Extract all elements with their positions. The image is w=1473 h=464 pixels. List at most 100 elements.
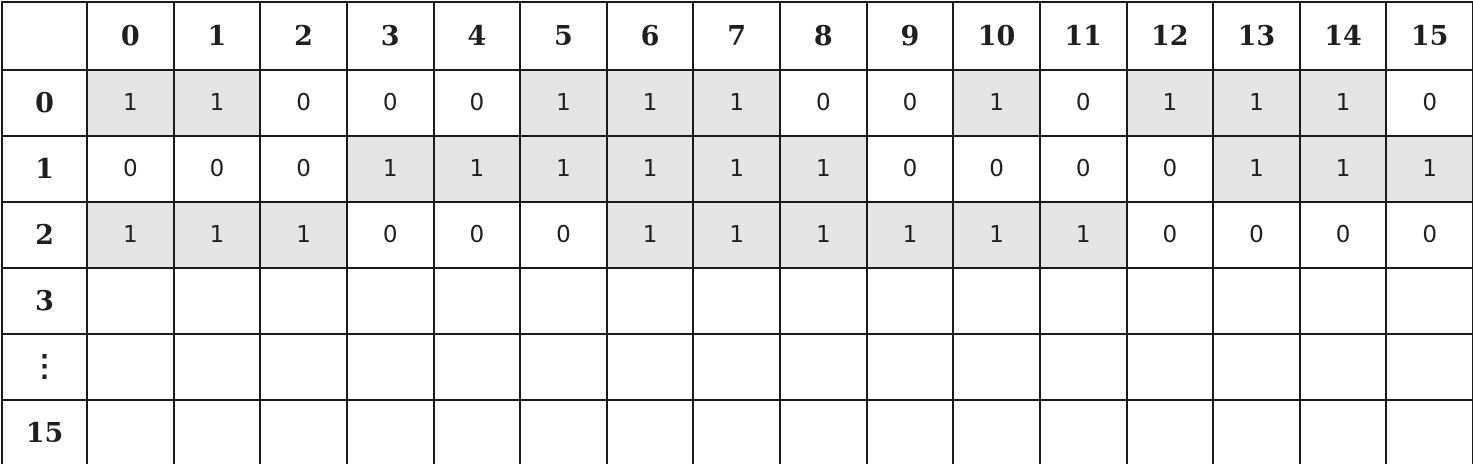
empty-cell: [519, 333, 608, 401]
bit-cell: 1: [519, 69, 608, 137]
empty-cell: [259, 267, 348, 335]
bit-cell: 1: [1212, 69, 1301, 137]
empty-cell: [1038, 333, 1128, 401]
bit-cell: 1: [432, 135, 522, 203]
empty-cell: [172, 399, 262, 464]
bit-cell: 1: [259, 201, 348, 269]
empty-cell: [1298, 399, 1388, 464]
bit-cell: 0: [1038, 69, 1128, 137]
bit-cell: 0: [1125, 135, 1215, 203]
column-header: 9: [865, 1, 955, 71]
bit-cell: 0: [865, 69, 955, 137]
empty-cell: [692, 333, 781, 401]
bit-cell: 1: [1298, 135, 1388, 203]
column-header: 14: [1298, 1, 1388, 71]
bit-cell: 1: [86, 201, 175, 269]
empty-cell: [345, 267, 435, 335]
bit-cell: 1: [86, 69, 175, 137]
bit-cell: 0: [1125, 201, 1215, 269]
empty-cell: [952, 267, 1041, 335]
column-header: 2: [259, 1, 348, 71]
empty-cell: [432, 399, 522, 464]
bit-cell: 0: [259, 69, 348, 137]
empty-cell: [865, 399, 955, 464]
empty-cell: [1038, 399, 1128, 464]
empty-cell: [432, 333, 522, 401]
table-row: 21110001111110000: [1, 201, 1473, 269]
column-header: 5: [519, 1, 608, 71]
empty-cell: [86, 399, 175, 464]
bit-cell: 0: [86, 135, 175, 203]
bit-cell: 1: [519, 135, 608, 203]
bit-cell: 0: [1298, 201, 1388, 269]
empty-cell: [952, 333, 1041, 401]
empty-cell: [432, 267, 522, 335]
empty-cell: [692, 267, 781, 335]
bit-cell: 1: [605, 135, 695, 203]
corner-cell: [1, 1, 88, 71]
empty-cell: [172, 267, 262, 335]
bit-cell: 0: [172, 135, 262, 203]
bit-cell: 1: [1125, 69, 1215, 137]
table-row: ⋮: [1, 333, 1473, 401]
empty-cell: [605, 333, 695, 401]
bit-cell: 1: [1038, 201, 1128, 269]
column-header: 7: [692, 1, 781, 71]
empty-cell: [779, 267, 868, 335]
column-header: 11: [1038, 1, 1128, 71]
empty-cell: [1212, 333, 1301, 401]
column-header: 0: [86, 1, 175, 71]
bit-cell: 0: [1212, 201, 1301, 269]
empty-cell: [1385, 267, 1473, 335]
bit-cell: 0: [865, 135, 955, 203]
empty-cell: [1038, 267, 1128, 335]
bit-cell: 1: [345, 135, 435, 203]
empty-cell: [779, 399, 868, 464]
empty-cell: [1212, 399, 1301, 464]
column-header: 8: [779, 1, 868, 71]
header-row: 0 1 2 3 4 5 6 7 8 9 10 11 12 13 14 15: [1, 1, 1473, 71]
empty-cell: [259, 333, 348, 401]
bit-cell: 0: [952, 135, 1041, 203]
empty-cell: [1298, 333, 1388, 401]
bit-table-container: 0 1 2 3 4 5 6 7 8 9 10 11 12 13 14 15 0 1 1 0 0 0 1 1 1 0 0 1 0 1 1 1 0 1…: [0, 0, 1473, 464]
column-header: 4: [432, 1, 522, 71]
empty-cell: [779, 333, 868, 401]
empty-cell: [345, 399, 435, 464]
bit-cell: 0: [345, 201, 435, 269]
empty-cell: [86, 267, 175, 335]
bit-cell: 1: [692, 69, 781, 137]
bit-cell: 0: [779, 69, 868, 137]
empty-cell: [172, 333, 262, 401]
bit-cell: 0: [1385, 201, 1473, 269]
bit-cell: 0: [432, 69, 522, 137]
empty-cell: [865, 267, 955, 335]
empty-cell: [1125, 399, 1215, 464]
empty-cell: [952, 399, 1041, 464]
bit-cell: 1: [692, 135, 781, 203]
empty-cell: [259, 399, 348, 464]
bit-cell: 0: [432, 201, 522, 269]
bit-cell: 1: [779, 135, 868, 203]
bit-cell: 1: [1385, 135, 1473, 203]
table-row: 10001111110000111: [1, 135, 1473, 203]
empty-cell: [605, 267, 695, 335]
empty-cell: [692, 399, 781, 464]
column-header: 3: [345, 1, 435, 71]
empty-cell: [1385, 399, 1473, 464]
bit-cell: 1: [865, 201, 955, 269]
bit-cell: 0: [1038, 135, 1128, 203]
bit-cell: 0: [345, 69, 435, 137]
bit-cell: 1: [605, 69, 695, 137]
table-row: 15: [1, 399, 1473, 464]
bit-cell: 1: [779, 201, 868, 269]
column-header: 15: [1385, 1, 1473, 71]
empty-cell: [605, 399, 695, 464]
bit-cell: 0: [519, 201, 608, 269]
table-row: 01100011100101110: [1, 69, 1473, 137]
empty-cell: [1125, 333, 1215, 401]
bit-cell: 1: [692, 201, 781, 269]
bit-cell: 1: [605, 201, 695, 269]
column-header: 6: [605, 1, 695, 71]
column-header: 10: [952, 1, 1041, 71]
